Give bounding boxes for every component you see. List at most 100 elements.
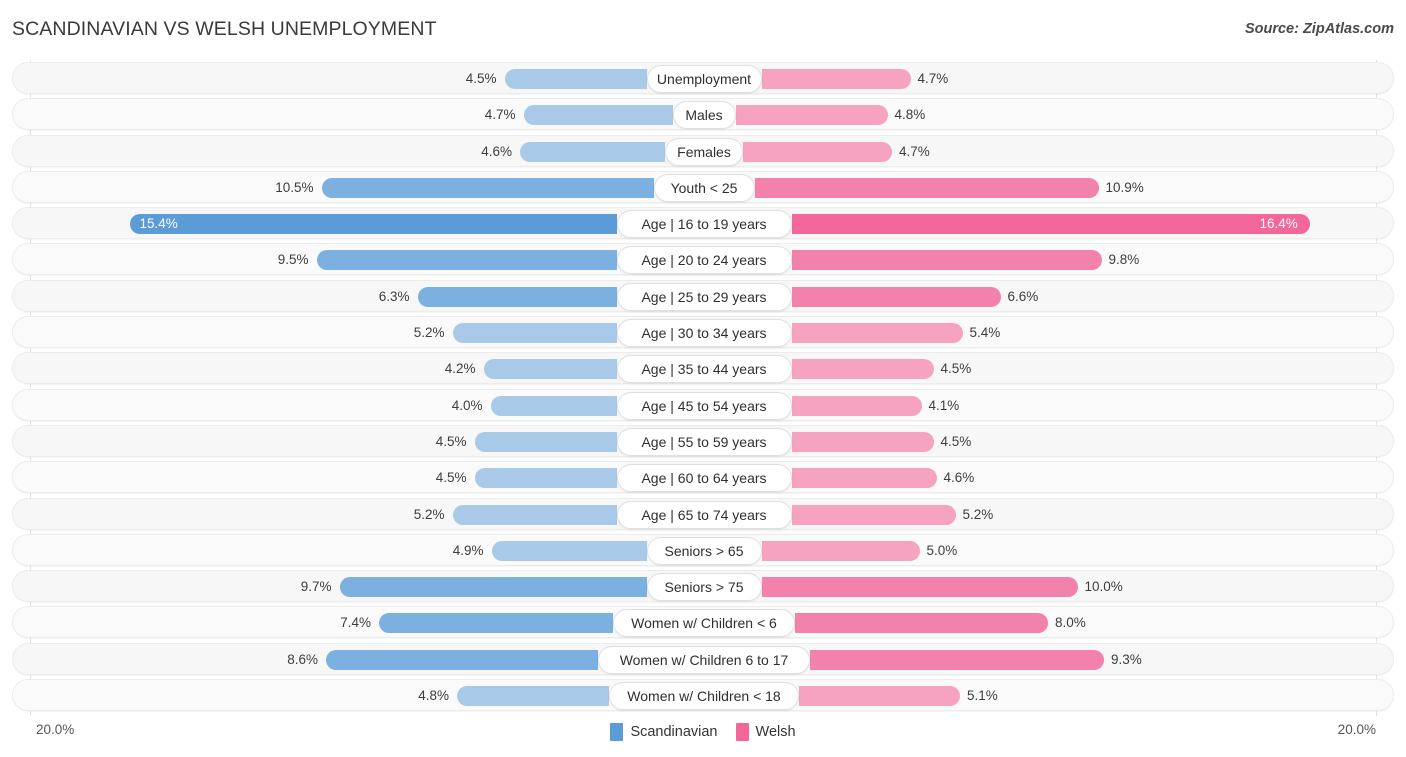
bar-group: 4.5% 4.6% Age | 60 to 64 years bbox=[13, 462, 1393, 493]
bar-welsh bbox=[795, 613, 1048, 634]
value-label-scandinavian: 8.6% bbox=[287, 651, 318, 667]
bar-group: 4.0% 4.1% Age | 45 to 54 years bbox=[13, 390, 1393, 420]
value-label-welsh: 9.8% bbox=[1108, 252, 1140, 268]
chart-row: 4.5% 4.7% Unemployment bbox=[12, 62, 1394, 94]
bar-group: 9.5% 9.8% Age | 20 to 24 years bbox=[13, 244, 1393, 275]
value-label-scandinavian: 4.5% bbox=[465, 71, 497, 86]
chart-row: 4.9% 5.0% Seniors > 65 bbox=[12, 533, 1394, 566]
value-label-scandinavian: 5.2% bbox=[413, 325, 445, 341]
value-label-welsh: 9.3% bbox=[1111, 651, 1142, 667]
bar-scandinavian bbox=[321, 177, 654, 198]
category-label-pill: Women w/ Children < 18 bbox=[609, 682, 799, 711]
value-label-welsh: 5.2% bbox=[962, 506, 994, 522]
bar-group: 5.2% 5.2% Age | 65 to 74 years bbox=[13, 499, 1393, 529]
legend-label: Welsh bbox=[755, 724, 796, 740]
value-label-scandinavian: 4.9% bbox=[452, 542, 484, 558]
bar-welsh bbox=[761, 69, 911, 89]
bar-welsh bbox=[791, 286, 1001, 307]
value-label-scandinavian: 4.7% bbox=[484, 107, 516, 123]
bar-group: 7.4% 8.0% Women w/ Children < 6 bbox=[13, 607, 1393, 638]
bar-scandinavian bbox=[520, 141, 665, 162]
bar-group: 9.7% 10.0% Seniors > 75 bbox=[13, 571, 1393, 602]
value-label-welsh: 8.0% bbox=[1055, 615, 1086, 631]
source-attribution: Source: ZipAtlas.com bbox=[1244, 21, 1394, 37]
diverging-bar-chart: 4.5% 4.7% Unemployment 4.7% 4.8% Males 4.6% 4.7… bbox=[0, 56, 1406, 716]
bar-scandinavian bbox=[316, 250, 617, 271]
value-label-scandinavian: 9.5% bbox=[277, 252, 309, 268]
bar-scandinavian bbox=[339, 577, 647, 598]
value-label-scandinavian: 10.5% bbox=[275, 179, 314, 195]
category-label-pill: Males bbox=[672, 101, 736, 130]
value-label-welsh: 10.9% bbox=[1105, 179, 1144, 195]
bar-scandinavian bbox=[417, 286, 617, 307]
category-label-pill: Age | 55 to 59 years bbox=[616, 427, 792, 456]
chart-row: 5.2% 5.2% Age | 65 to 74 years bbox=[12, 497, 1394, 530]
bar-welsh bbox=[791, 250, 1102, 271]
value-label-welsh: 5.0% bbox=[926, 542, 958, 558]
chart-footer: 20.0% 20.0% Scandinavian Welsh bbox=[0, 716, 1406, 757]
value-label-welsh: 4.1% bbox=[928, 397, 960, 413]
chart-row: 4.0% 4.1% Age | 45 to 54 years bbox=[12, 388, 1394, 421]
value-label-scandinavian: 4.5% bbox=[435, 470, 467, 486]
legend-swatch-icon bbox=[610, 723, 624, 741]
chart-row: 5.2% 5.4% Age | 30 to 34 years bbox=[12, 316, 1394, 349]
bar-group: 15.4% 16.4% Age | 16 to 19 years bbox=[13, 208, 1393, 239]
bar-scandinavian bbox=[483, 359, 617, 380]
bar-group: 10.5% 10.9% Youth < 25 bbox=[13, 172, 1393, 202]
bar-scandinavian bbox=[457, 686, 609, 707]
chart-row: 8.6% 9.3% Women w/ Children 6 to 17 bbox=[12, 642, 1394, 675]
bar-scandinavian bbox=[379, 613, 613, 634]
bar-welsh bbox=[791, 431, 934, 452]
bar-welsh bbox=[761, 540, 920, 561]
bar-welsh bbox=[791, 214, 1310, 235]
category-label-pill: Women w/ Children < 6 bbox=[613, 609, 795, 638]
bar-scandinavian bbox=[474, 468, 617, 489]
bar-group: 4.5% 4.5% Age | 55 to 59 years bbox=[13, 426, 1393, 456]
bar-welsh bbox=[791, 359, 934, 380]
value-label-scandinavian: 4.0% bbox=[451, 397, 483, 413]
chart-row: 9.5% 9.8% Age | 20 to 24 years bbox=[12, 243, 1394, 276]
chart-row: 4.5% 4.6% Age | 60 to 64 years bbox=[12, 461, 1394, 494]
chart-row: 4.7% 4.8% Males bbox=[12, 98, 1394, 131]
legend-item: Scandinavian bbox=[610, 723, 718, 741]
bar-group: 4.6% 4.7% Females bbox=[13, 136, 1393, 166]
value-label-scandinavian: 4.8% bbox=[418, 688, 449, 704]
bar-scandinavian bbox=[326, 649, 598, 670]
value-label-welsh: 10.0% bbox=[1084, 579, 1123, 595]
bar-group: 4.9% 5.0% Seniors > 65 bbox=[13, 535, 1393, 565]
value-label-scandinavian: 5.2% bbox=[413, 506, 445, 522]
chart-legend: Scandinavian Welsh bbox=[0, 723, 1406, 741]
category-label-pill: Females bbox=[665, 137, 743, 166]
bar-scandinavian bbox=[491, 540, 647, 561]
bar-welsh bbox=[743, 141, 892, 162]
bar-welsh bbox=[735, 105, 888, 126]
bar-welsh bbox=[810, 649, 1104, 670]
bar-group: 4.5% 4.7% Unemployment bbox=[13, 63, 1393, 93]
bar-scandinavian bbox=[452, 323, 617, 344]
value-label-scandinavian: 7.4% bbox=[340, 615, 371, 631]
chart-row: 7.4% 8.0% Women w/ Children < 6 bbox=[12, 606, 1394, 639]
value-label-welsh: 5.1% bbox=[967, 688, 998, 704]
value-label-scandinavian: 4.2% bbox=[444, 361, 476, 377]
bar-group: 4.8% 5.1% Women w/ Children < 18 bbox=[13, 680, 1393, 711]
value-label-welsh: 5.4% bbox=[969, 325, 1001, 341]
value-label-welsh: 4.6% bbox=[943, 470, 975, 486]
chart-row: 4.8% 5.1% Women w/ Children < 18 bbox=[12, 679, 1394, 712]
legend-item: Welsh bbox=[735, 723, 796, 741]
chart-row: 4.6% 4.7% Females bbox=[12, 134, 1394, 167]
chart-rows: 4.5% 4.7% Unemployment 4.7% 4.8% Males 4.6% 4.7… bbox=[12, 62, 1394, 715]
value-label-scandinavian: 4.5% bbox=[435, 433, 467, 449]
value-label-welsh: 4.5% bbox=[940, 361, 972, 377]
category-label-pill: Age | 25 to 29 years bbox=[616, 282, 792, 311]
page-header: SCANDINAVIAN VS WELSH UNEMPLOYMENT Sourc… bbox=[0, 0, 1406, 56]
category-label-pill: Age | 65 to 74 years bbox=[616, 500, 792, 529]
category-label-pill: Seniors > 65 bbox=[646, 536, 762, 565]
category-label-pill: Age | 35 to 44 years bbox=[616, 355, 792, 384]
category-label-pill: Unemployment bbox=[646, 65, 762, 93]
page-title: SCANDINAVIAN VS WELSH UNEMPLOYMENT bbox=[12, 18, 437, 40]
bar-scandinavian bbox=[474, 431, 617, 452]
chart-row: 10.5% 10.9% Youth < 25 bbox=[12, 170, 1394, 203]
category-label-pill: Age | 16 to 19 years bbox=[616, 210, 792, 239]
chart-row: 9.7% 10.0% Seniors > 75 bbox=[12, 570, 1394, 603]
value-label-scandinavian: 4.6% bbox=[481, 143, 512, 159]
